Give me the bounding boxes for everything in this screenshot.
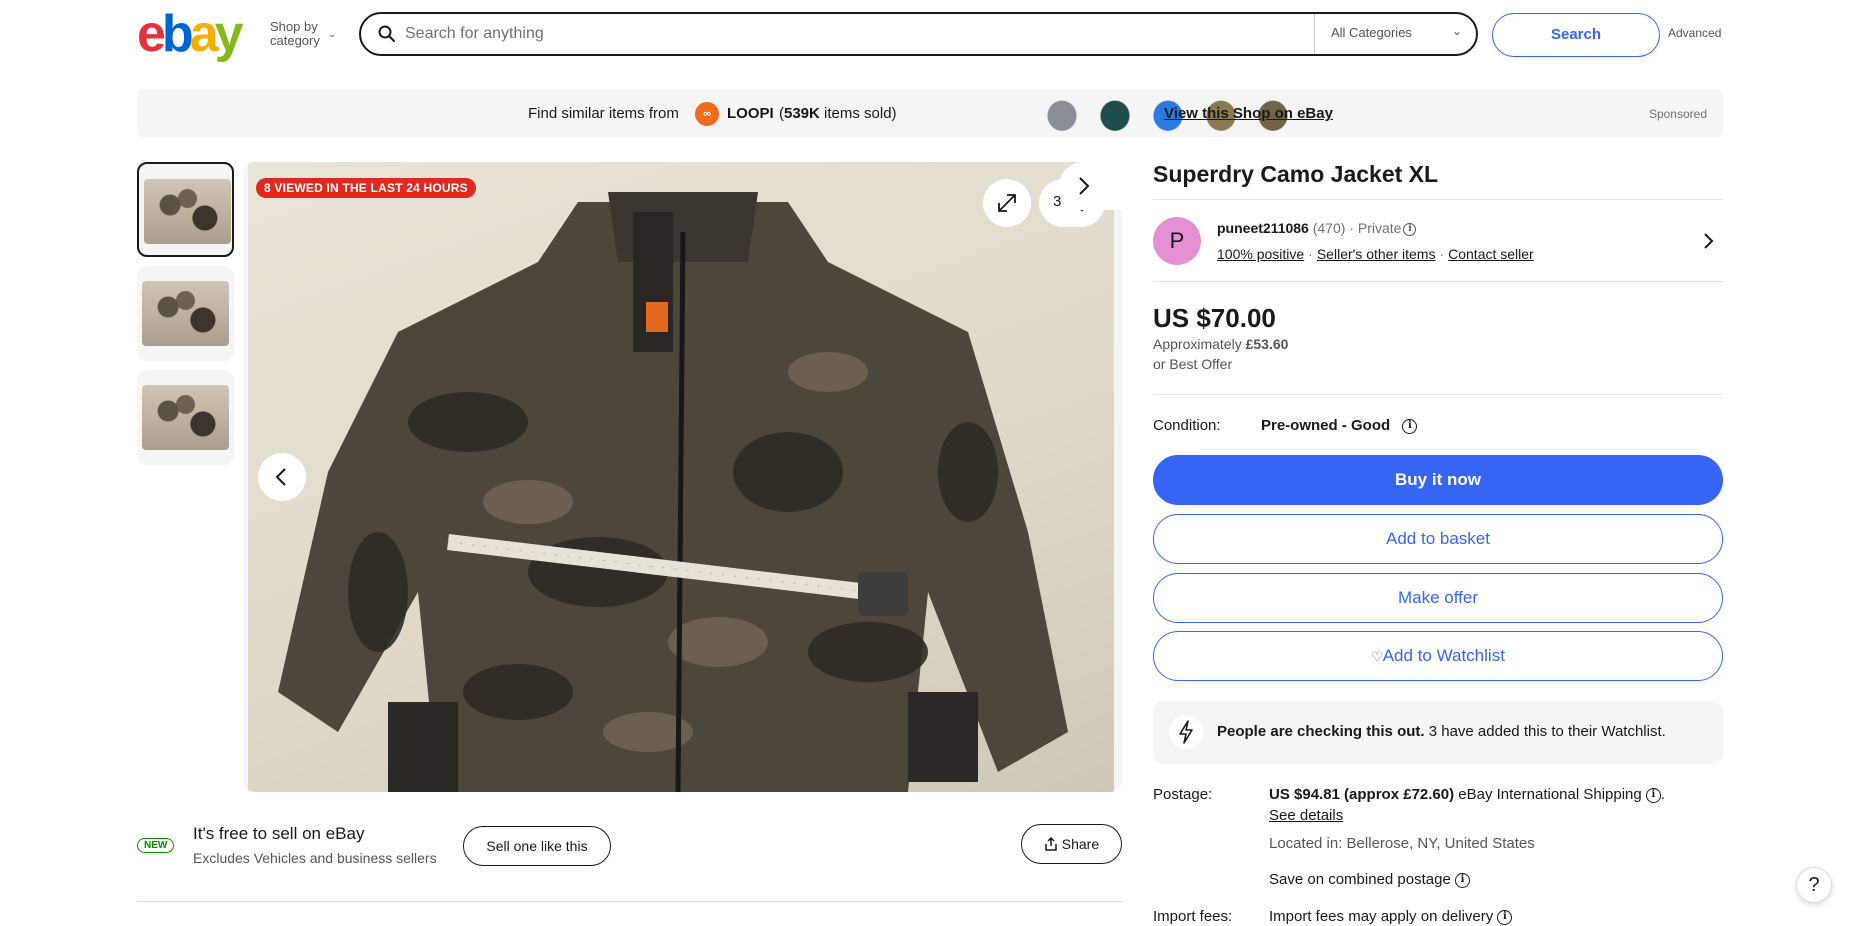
info-icon[interactable]: i [1645, 787, 1661, 803]
advanced-search-link[interactable]: Advanced [1668, 26, 1721, 40]
shop-by-label-line1: Shop by [270, 19, 318, 34]
divider [137, 901, 1122, 902]
seller-type: Private [1357, 220, 1402, 236]
info-icon[interactable]: i [1454, 872, 1470, 888]
jacket-photo-thumb [142, 385, 229, 450]
jacket-photo[interactable] [248, 162, 1114, 792]
postage-label: Postage: [1153, 786, 1213, 803]
new-badge: NEW [137, 838, 175, 853]
category-select[interactable]: All Categories ⌄ [1314, 14, 1476, 54]
expand-icon [998, 194, 1016, 212]
heart-icon: ♡ [1371, 649, 1383, 664]
free-sell-subtitle: Excludes Vehicles and business sellers [193, 850, 437, 866]
search-input[interactable] [405, 22, 1305, 46]
positive-feedback-link[interactable]: 100% positive [1217, 246, 1304, 262]
add-to-watchlist-label: Add to Watchlist [1382, 646, 1505, 665]
separator-dot: · [1349, 220, 1354, 236]
view-shop-link[interactable]: View this Shop on eBay [1164, 105, 1333, 122]
gallery-thumbnail[interactable] [137, 266, 234, 361]
condition-label: Condition: [1153, 417, 1221, 434]
share-icon [1045, 836, 1057, 851]
best-offer-text: or Best Offer [1153, 356, 1233, 372]
condition-value: Pre-owned - Good i [1261, 417, 1418, 434]
contact-seller-link[interactable]: Contact seller [1448, 246, 1534, 262]
make-offer-button[interactable]: Make offer [1153, 573, 1723, 623]
item-title: Superdry Camo Jacket XL [1153, 161, 1439, 187]
lightning-icon [1169, 715, 1203, 749]
item-location: Located in: Bellerose, NY, United States [1269, 835, 1535, 852]
sell-one-like-this-button[interactable]: Sell one like this [463, 826, 611, 866]
seller-info: puneet211086 (470) · Private i [1217, 220, 1417, 236]
shop-logo-icon[interactable]: ∞ [695, 102, 719, 126]
separator-dot: · [1308, 246, 1313, 262]
shop-item-thumb[interactable] [1097, 97, 1133, 131]
search-icon [378, 25, 395, 42]
free-sell-title: It's free to sell on eBay [193, 824, 365, 843]
shop-by-category-button[interactable]: Shop by category ⌄ [270, 19, 336, 48]
site-header: ebay Shop by category ⌄ All Categories ⌄… [0, 0, 1861, 70]
import-fees-label: Import fees: [1153, 908, 1233, 925]
postage-value: US $94.81 (approx £72.60) eBay Internati… [1269, 786, 1666, 803]
info-icon[interactable]: i [1403, 222, 1417, 236]
gallery-thumbnail[interactable] [137, 162, 234, 257]
add-to-basket-button[interactable]: Add to basket [1153, 514, 1723, 564]
category-select-value: All Categories [1331, 25, 1412, 40]
divider [1153, 281, 1723, 282]
jacket-photo-thumb [144, 179, 231, 244]
jacket-illustration [278, 192, 1068, 792]
see-details-link[interactable]: See details [1269, 807, 1343, 824]
sponsored-label: Sponsored [1648, 107, 1707, 121]
watchlist-activity-notice: People are checking this out. 3 have add… [1153, 701, 1723, 764]
jacket-photo-thumb [142, 281, 229, 346]
search-bar: All Categories ⌄ [359, 12, 1478, 56]
shop-item-thumb[interactable] [1044, 97, 1080, 131]
item-price: US $70.00 [1153, 303, 1276, 333]
main-image-viewer: 8 VIEWED IN THE LAST 24 HOURS 3 [243, 162, 1122, 792]
chevron-right-icon[interactable] [1701, 230, 1717, 258]
divider [1153, 394, 1723, 395]
shop-sold-count: (539K items sold) [779, 105, 897, 122]
seller-name[interactable]: puneet211086 [1217, 220, 1309, 236]
chevron-down-icon: ⌄ [1451, 24, 1462, 38]
gallery-thumbnail[interactable] [137, 370, 234, 465]
banner-find-text: Find similar items from [528, 105, 679, 122]
share-button[interactable]: Share [1021, 824, 1122, 864]
next-image-button[interactable] [1059, 162, 1122, 210]
chevron-down-icon: ⌄ [328, 29, 337, 40]
previous-image-button[interactable] [258, 453, 306, 501]
info-icon[interactable]: i [1497, 909, 1513, 925]
seller-feedback-count: (470) [1312, 220, 1346, 236]
info-icon[interactable]: i [1402, 418, 1418, 434]
ebay-logo[interactable]: ebay [137, 6, 244, 62]
approx-price: Approximately £53.60 [1153, 336, 1289, 352]
add-to-watchlist-button[interactable]: ♡Add to Watchlist [1153, 631, 1723, 681]
share-label: Share [1061, 836, 1100, 852]
buy-it-now-button[interactable]: Buy it now [1153, 455, 1723, 505]
chevron-left-icon [275, 468, 286, 486]
shop-by-label-line2: category [270, 33, 320, 48]
divider [1153, 199, 1723, 200]
sponsored-shop-banner: Find similar items from ∞ LOOPI (539K it… [137, 89, 1723, 137]
chevron-right-icon [1079, 177, 1090, 195]
help-button[interactable]: ? [1796, 867, 1832, 903]
seller-avatar[interactable]: P [1153, 217, 1201, 265]
shop-name[interactable]: LOOPI [727, 105, 774, 122]
import-fees-value: Import fees may apply on delivery i [1269, 908, 1513, 925]
search-button[interactable]: Search [1492, 13, 1660, 57]
watchlist-activity-text: People are checking this out. 3 have add… [1217, 723, 1666, 740]
expand-image-button[interactable] [983, 179, 1031, 227]
combined-postage-text: Save on combined postage i [1269, 871, 1470, 888]
sellers-other-items-link[interactable]: Seller's other items [1317, 246, 1436, 262]
separator-dot: · [1439, 246, 1445, 262]
viewed-badge: 8 VIEWED IN THE LAST 24 HOURS [256, 178, 476, 198]
seller-links: 100% positive · Seller's other items · Conta… [1217, 246, 1534, 262]
